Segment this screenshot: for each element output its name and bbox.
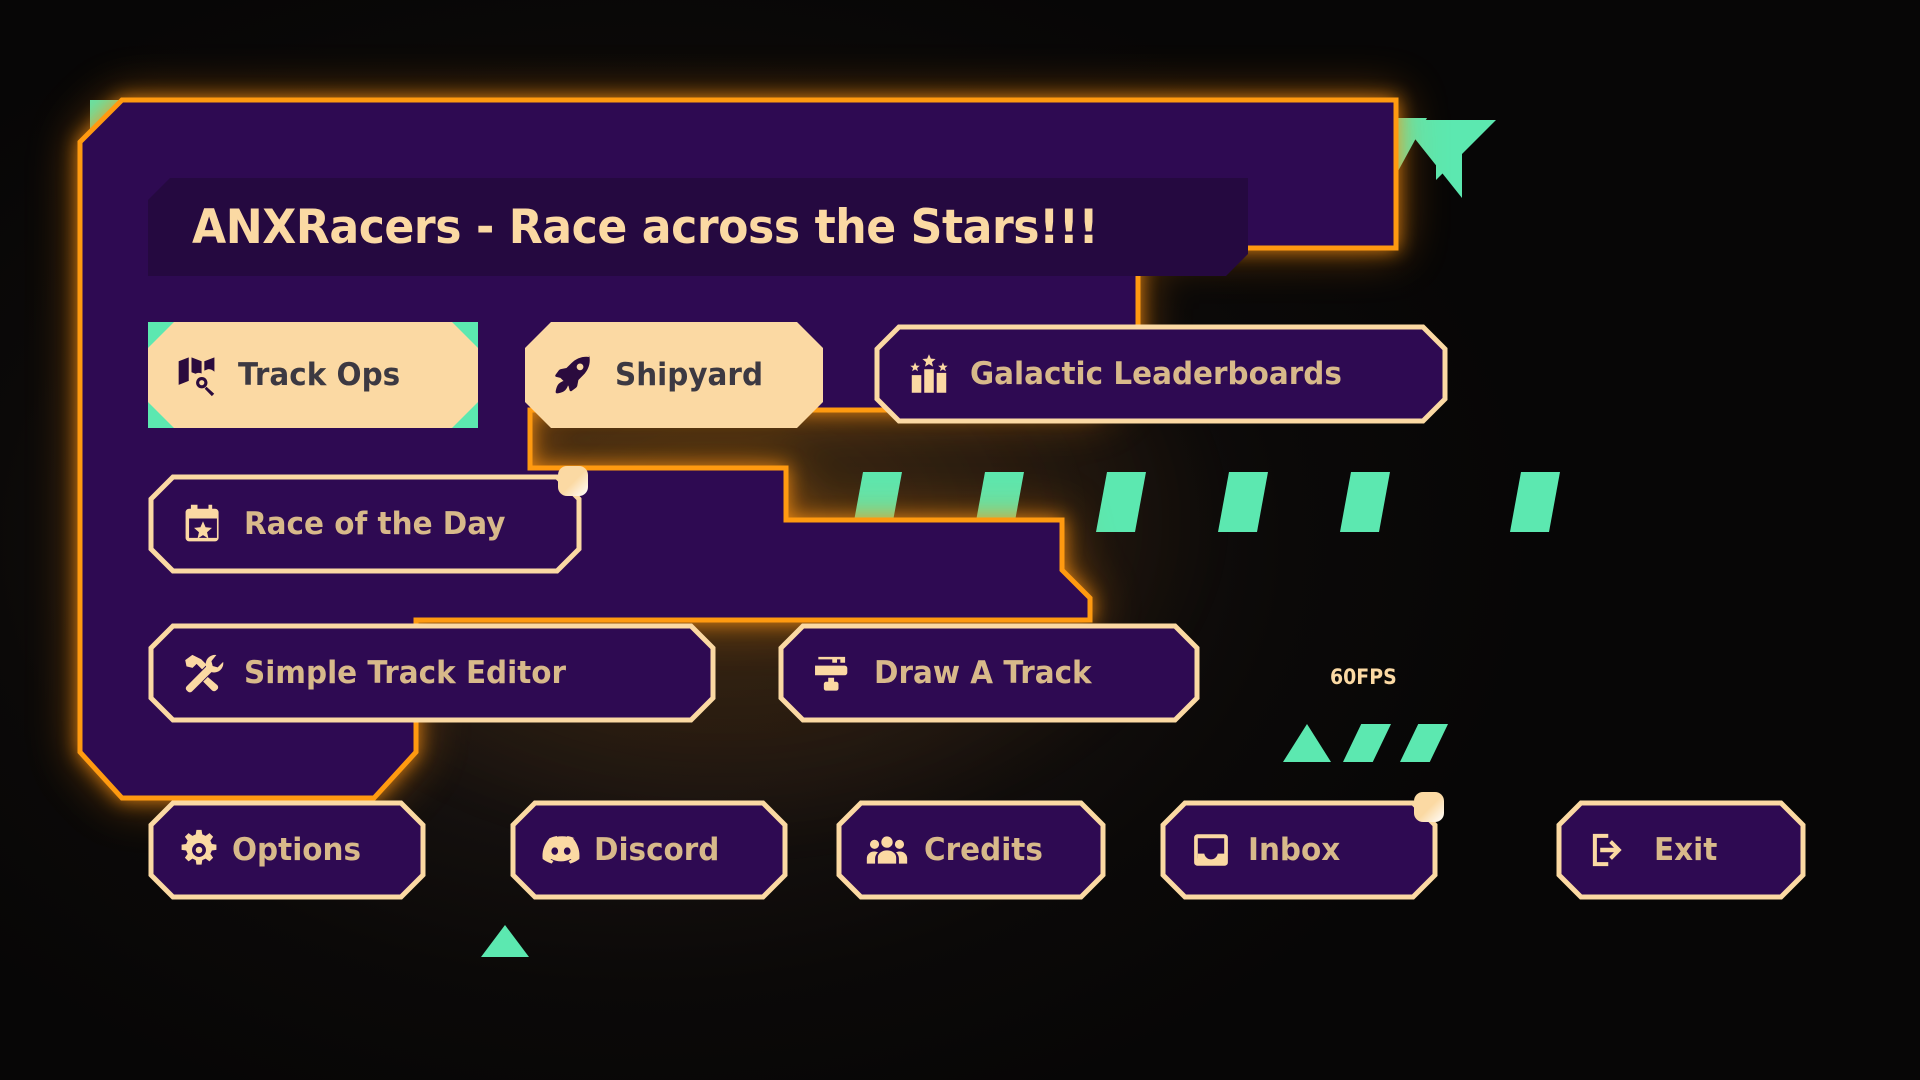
inbox-badge [1414, 792, 1444, 822]
options-button[interactable]: Options [148, 800, 426, 900]
gear-icon [176, 827, 222, 873]
green-triangle-top-right-3 [1436, 120, 1496, 180]
shipyard-label: Shipyard [615, 357, 764, 393]
inbox-label: Inbox [1248, 832, 1341, 868]
discord-label: Discord [594, 832, 720, 868]
podium-stars-icon [906, 351, 952, 397]
paint-roller-icon [810, 650, 856, 696]
map-search-icon [174, 352, 220, 398]
simple-track-editor-button[interactable]: Simple Track Editor [148, 623, 716, 723]
race-of-the-day-label: Race of the Day [244, 506, 506, 542]
draw-a-track-button[interactable]: Draw A Track [778, 623, 1200, 723]
options-label: Options [232, 832, 362, 868]
race-of-the-day-button[interactable]: Race of the Day [148, 466, 588, 574]
track-ops-button[interactable]: Track Ops [148, 322, 478, 428]
fps-counter: 60FPS [1330, 665, 1397, 689]
simple-track-editor-label: Simple Track Editor [244, 655, 567, 691]
rocket-icon [551, 352, 597, 398]
tools-icon [180, 650, 226, 696]
calendar-star-icon [180, 501, 226, 547]
inbox-icon [1188, 827, 1234, 873]
credits-label: Credits [924, 832, 1043, 868]
galactic-leaderboards-button[interactable]: Galactic Leaderboards [874, 324, 1448, 424]
game-main-menu-screen: ANXRacers - Race across the Stars!!! Tra… [0, 0, 1920, 1080]
green-chevron-3 [1400, 724, 1448, 762]
galactic-leaderboards-label: Galactic Leaderboards [970, 356, 1342, 392]
draw-a-track-label: Draw A Track [874, 655, 1092, 691]
race-of-the-day-badge [558, 466, 588, 496]
people-icon [864, 827, 910, 873]
discord-button[interactable]: Discord [510, 800, 788, 900]
track-ops-label: Track Ops [238, 357, 401, 393]
credits-button[interactable]: Credits [836, 800, 1106, 900]
exit-label: Exit [1654, 832, 1718, 868]
inbox-button[interactable]: Inbox [1160, 792, 1444, 900]
title-bar: ANXRacers - Race across the Stars!!! [148, 178, 1248, 276]
exit-arrow-icon [1586, 827, 1632, 873]
exit-button[interactable]: Exit [1556, 800, 1806, 900]
discord-icon [538, 827, 584, 873]
page-title: ANXRacers - Race across the Stars!!! [192, 199, 1099, 255]
shipyard-button[interactable]: Shipyard [525, 322, 823, 428]
